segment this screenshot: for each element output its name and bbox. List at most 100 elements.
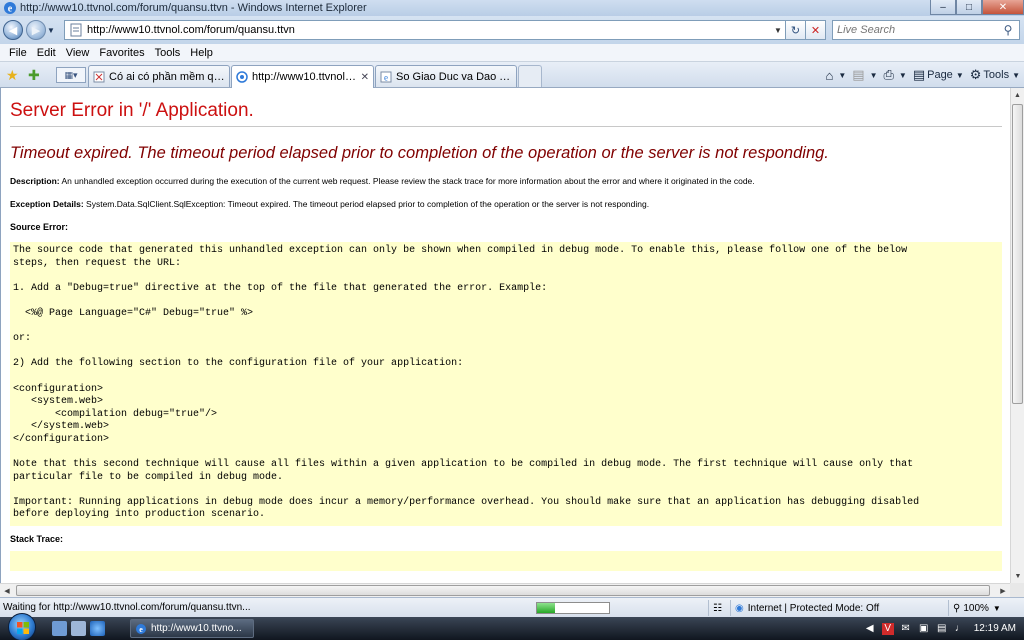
zone-label: Internet | Protected Mode: Off xyxy=(747,602,880,614)
status-text: Waiting for http://www10.ttvnol.com/foru… xyxy=(3,602,251,613)
search-icon[interactable]: ⚲ xyxy=(997,23,1019,37)
add-favorites-icon[interactable]: ✚ xyxy=(28,67,40,84)
menu-help[interactable]: Help xyxy=(185,47,218,59)
stack-trace-box xyxy=(10,551,1002,572)
forward-button[interactable]: ▶ xyxy=(26,20,46,40)
home-button[interactable]: ⌂ ▼ xyxy=(825,68,846,83)
window-title: http://www10.ttvnol.com/forum/quansu.ttv… xyxy=(20,2,367,14)
favorites-star-icon[interactable]: ★ xyxy=(6,67,19,84)
windows-logo-icon xyxy=(17,622,29,634)
tab-so-giao-duc[interactable]: e So Giao Duc va Dao Tao Ti... xyxy=(375,65,517,87)
address-bar[interactable]: ▼ xyxy=(64,20,786,40)
horizontal-scrollbar[interactable]: ◀ ▶ xyxy=(0,583,1010,597)
address-input[interactable] xyxy=(87,24,771,36)
important-note: Important: Running applications in debug… xyxy=(13,496,920,521)
vertical-scrollbar[interactable]: ▲ ▼ xyxy=(1010,88,1024,583)
chevron-down-icon: ▼ xyxy=(955,70,964,80)
horizontal-scroll-thumb[interactable] xyxy=(16,585,990,596)
status-bar: Waiting for http://www10.ttvnol.com/foru… xyxy=(0,597,1024,617)
menu-edit[interactable]: Edit xyxy=(32,47,61,59)
source-error-code: The source code that generated this unha… xyxy=(13,245,914,483)
security-zone[interactable]: ◉ Internet | Protected Mode: Off xyxy=(730,600,944,616)
search-input[interactable] xyxy=(833,24,997,36)
switch-windows-icon[interactable] xyxy=(71,621,86,636)
refresh-button[interactable]: ↻ xyxy=(786,20,806,40)
tab-label: So Giao Duc va Dao Tao Ti... xyxy=(396,70,512,83)
zoom-icon: ⚲ xyxy=(953,602,961,614)
menu-file[interactable]: File xyxy=(4,47,32,59)
exception-details: Exception Details: System.Data.SqlClient… xyxy=(10,199,1002,209)
zoom-control[interactable]: ⚲ 100% ▼ xyxy=(948,600,1022,616)
system-tray: ◀ V ✉ ▣ ▤ ♩ 12:19 AM xyxy=(858,617,1024,640)
close-tab-icon[interactable]: ✕ xyxy=(361,72,369,83)
back-button[interactable]: ◀ xyxy=(3,20,23,40)
source-error-box: The source code that generated this unha… xyxy=(10,242,1002,527)
scroll-left-icon[interactable]: ◀ xyxy=(0,584,14,598)
tools-menu-button[interactable]: ⚙ Tools ▼ xyxy=(970,67,1020,83)
tray-app-icon[interactable]: ▣ xyxy=(918,623,930,635)
stack-trace-label: Stack Trace: xyxy=(10,534,64,545)
close-window-button[interactable]: ✕ xyxy=(982,0,1024,15)
tab-label: Có ai có phần mềm quản l... xyxy=(109,70,225,83)
recent-pages-dropdown[interactable]: ▼ xyxy=(46,26,56,35)
address-row: ◀ ▶ ▼ ▼ ↻ ✕ ⚲ xyxy=(0,16,1024,44)
stop-button[interactable]: ✕ xyxy=(806,20,826,40)
antivirus-icon[interactable]: V xyxy=(881,622,894,635)
tab-current-page[interactable]: http://www10.ttvnol.co... ✕ xyxy=(231,65,374,88)
address-tools: ↻ ✕ xyxy=(786,20,826,40)
page-menu-button[interactable]: ▤ Page ▼ xyxy=(913,67,964,83)
chevron-down-icon: ▼ xyxy=(898,70,907,80)
tray-chevron-icon[interactable]: ◀ xyxy=(864,623,876,635)
error-heading: Timeout expired. The timeout period elap… xyxy=(10,144,829,162)
menu-favorites[interactable]: Favorites xyxy=(94,47,149,59)
start-button[interactable] xyxy=(8,613,36,640)
description-label: Description: xyxy=(10,176,60,186)
globe-icon: ◉ xyxy=(735,602,744,614)
internet-explorer-icon: e xyxy=(4,2,16,15)
page-menu-label: Page xyxy=(927,69,953,81)
chevron-down-icon: ▼ xyxy=(47,25,55,35)
zoom-level: 100% xyxy=(963,602,989,614)
internet-explorer-icon xyxy=(236,71,248,83)
volume-icon[interactable]: ♩ xyxy=(954,623,966,635)
show-desktop-icon[interactable] xyxy=(52,621,67,636)
print-button[interactable]: ⎙ ▼ xyxy=(883,67,906,83)
scroll-right-icon[interactable]: ▶ xyxy=(996,584,1010,598)
address-dropdown-icon[interactable]: ▼ xyxy=(771,26,785,35)
maximize-button[interactable]: □ xyxy=(956,0,982,15)
new-tab-button[interactable] xyxy=(518,65,542,87)
feeds-button[interactable]: ▤ ▼ xyxy=(852,67,877,83)
internet-explorer-icon: e xyxy=(136,623,146,634)
window-title-bar: e http://www10.ttvnol.com/forum/quansu.t… xyxy=(0,0,1024,16)
description: Description: An unhandled exception occu… xyxy=(10,176,1002,186)
scroll-up-icon[interactable]: ▲ xyxy=(1011,88,1024,102)
tab-label: http://www10.ttvnol.co... xyxy=(252,71,357,83)
chevron-down-icon: ▼ xyxy=(992,603,1001,613)
tools-menu-label: Tools xyxy=(983,69,1010,81)
taskbar-ie-window[interactable]: e http://www10.ttvno... xyxy=(130,619,254,638)
quick-tabs-button[interactable]: ▦▾ xyxy=(56,67,86,83)
scroll-down-icon[interactable]: ▼ xyxy=(1011,569,1024,583)
menu-tools[interactable]: Tools xyxy=(150,47,186,59)
vertical-scroll-thumb[interactable] xyxy=(1012,104,1023,404)
popup-blocker-icon[interactable]: ☷ xyxy=(708,600,730,616)
menu-bar: File Edit View Favorites Tools Help xyxy=(0,44,1024,62)
taskbar-window-label: http://www10.ttvno... xyxy=(151,623,242,634)
rss-feed-icon: ▤ xyxy=(852,67,865,82)
network-icon[interactable]: ▤ xyxy=(936,623,948,635)
menu-view[interactable]: View xyxy=(61,47,95,59)
description-text: An unhandled exception occurred during t… xyxy=(59,176,755,186)
minimize-button[interactable]: – xyxy=(930,0,956,15)
mail-icon[interactable]: ✉ xyxy=(900,623,912,635)
svg-text:e: e xyxy=(384,72,388,82)
page-content[interactable]: Server Error in '/' Application. Timeout… xyxy=(0,88,1010,583)
tab-forum-question[interactable]: Có ai có phần mềm quản l... xyxy=(88,65,230,87)
chevron-down-icon: ▼ xyxy=(869,70,878,80)
refresh-icon: ↻ xyxy=(790,24,801,37)
clock[interactable]: 12:19 AM xyxy=(974,623,1016,634)
gear-icon: ⚙ xyxy=(969,67,982,82)
search-box[interactable]: ⚲ xyxy=(832,20,1020,40)
tab-row: ★ ✚ ▦▾ Có ai có phần mềm quản l... http:… xyxy=(0,62,1024,88)
internet-explorer-icon[interactable] xyxy=(90,621,105,636)
printer-icon: ⎙ xyxy=(883,67,894,82)
